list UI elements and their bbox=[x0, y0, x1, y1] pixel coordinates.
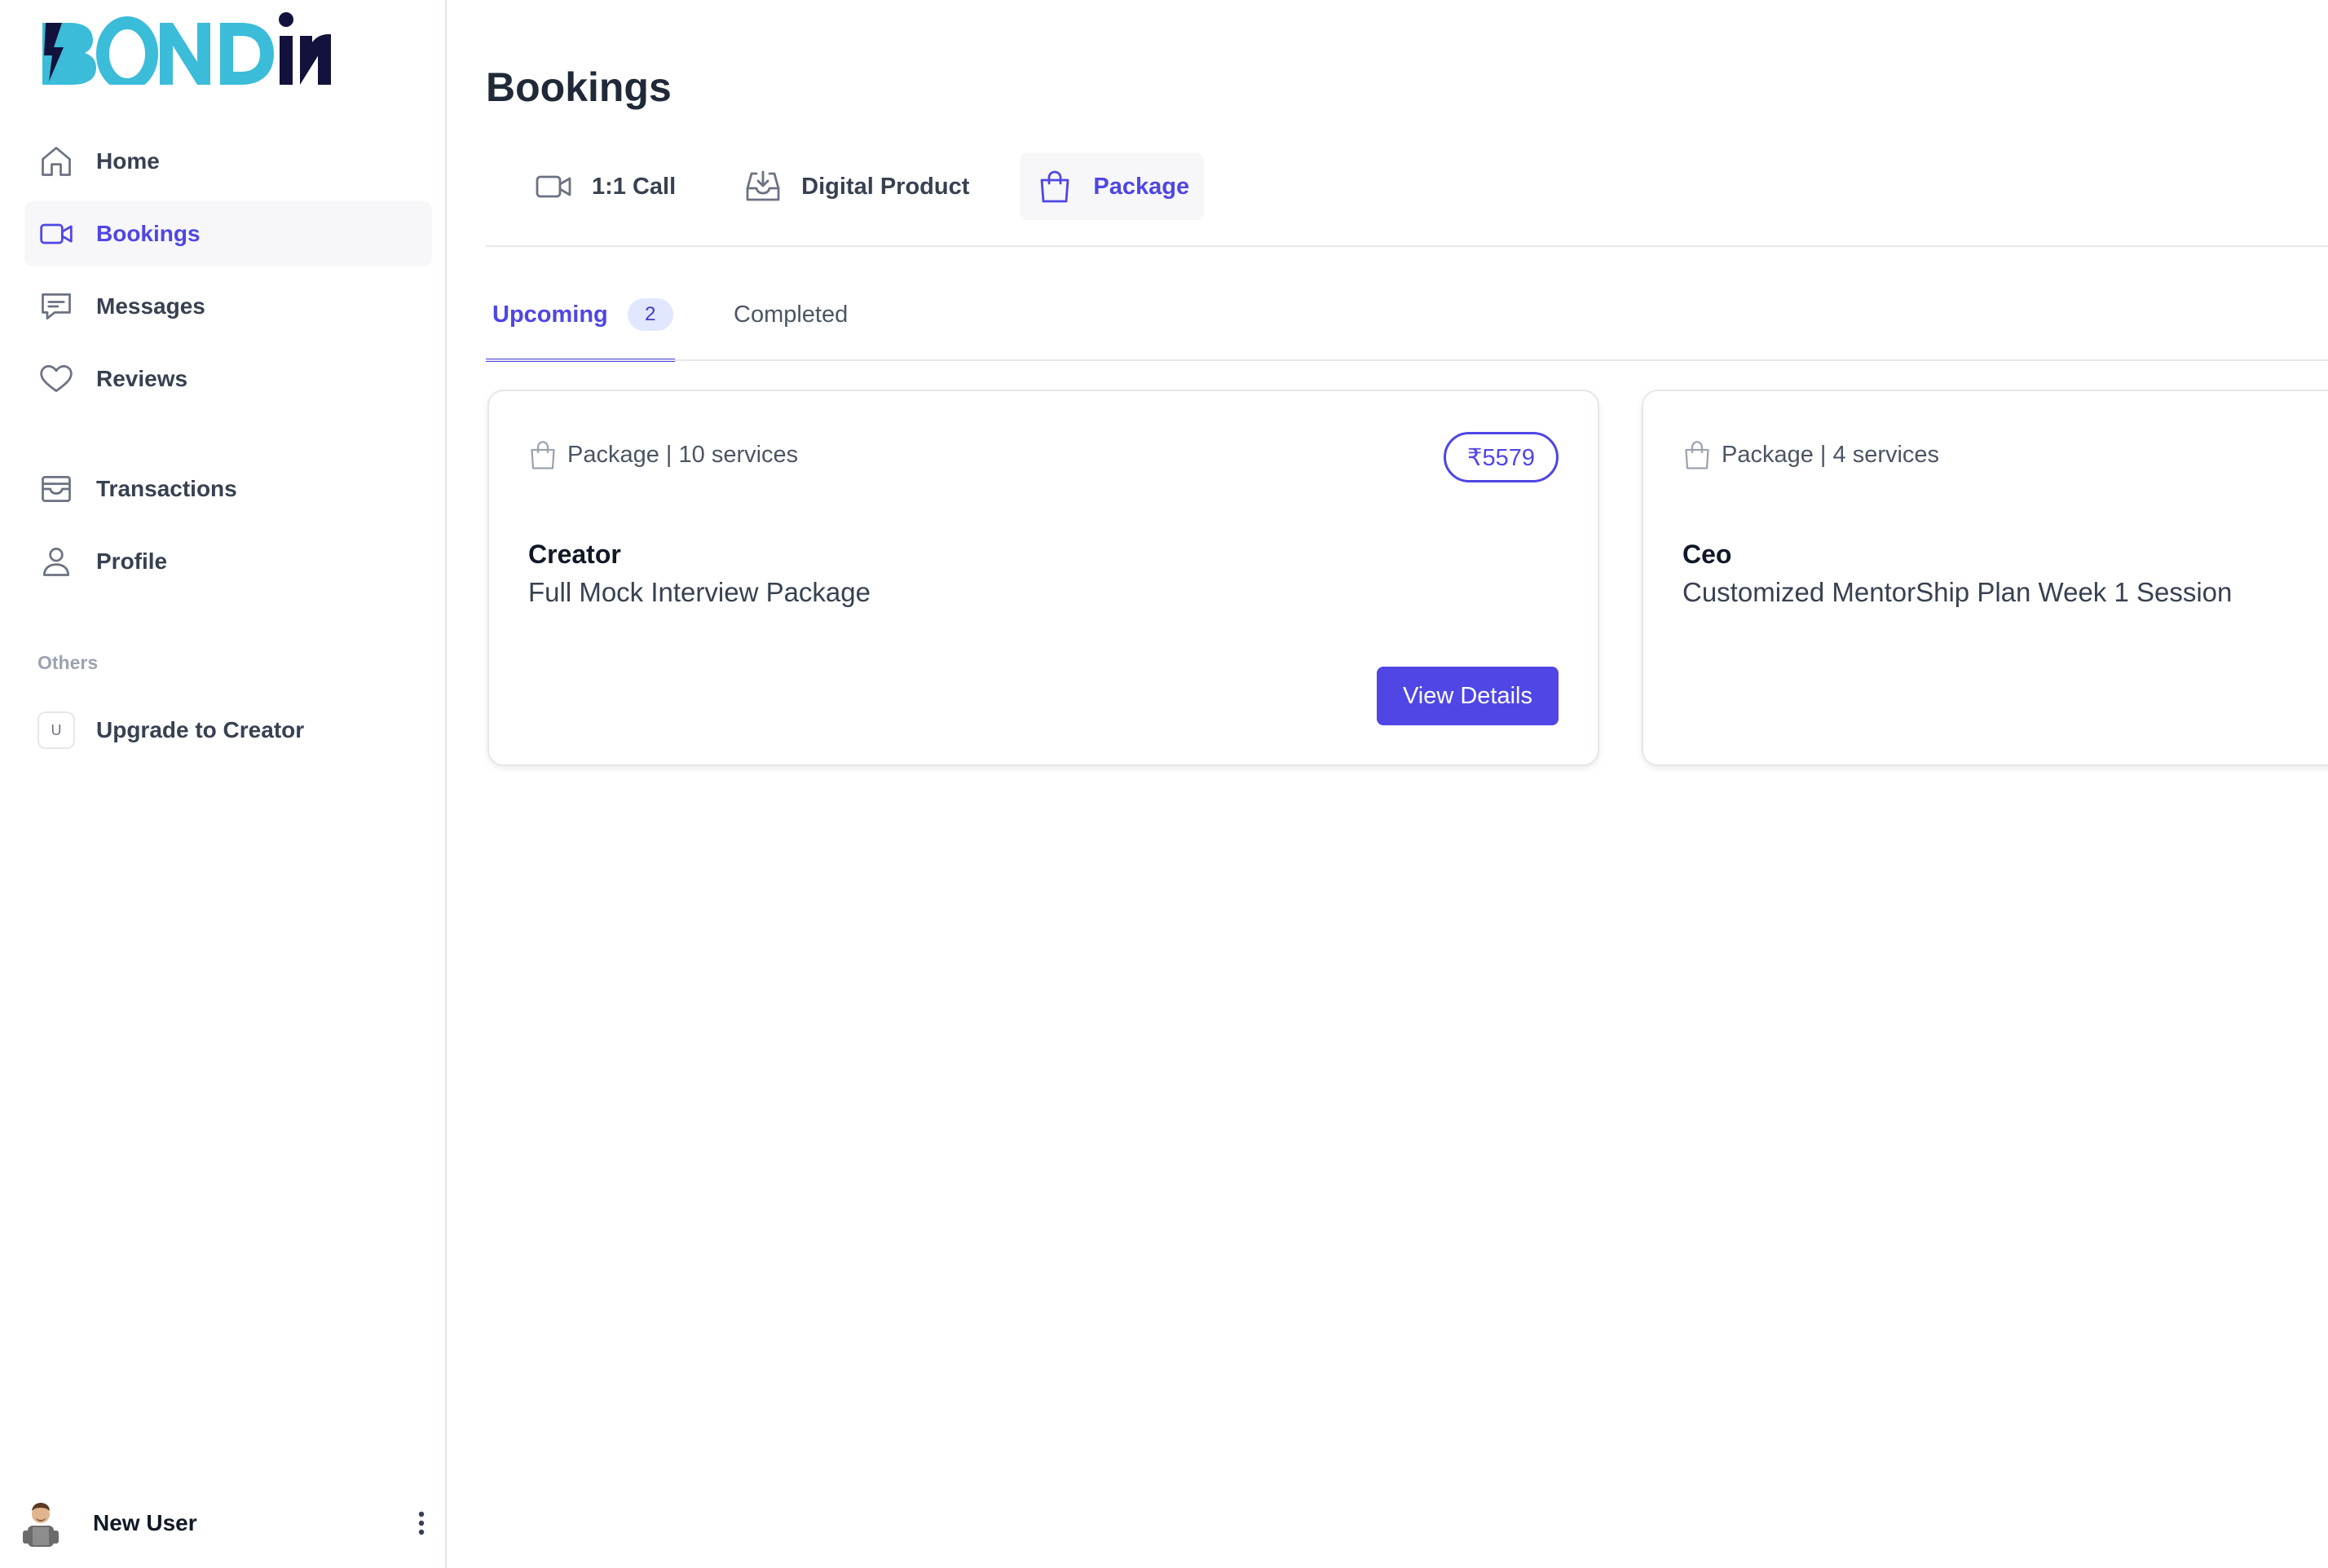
count-badge: 2 bbox=[627, 298, 673, 331]
wallet-icon bbox=[37, 470, 75, 508]
card-package-title: Full Mock Interview Package bbox=[528, 577, 871, 607]
video-icon bbox=[37, 215, 75, 253]
message-icon bbox=[37, 288, 75, 325]
price-badge: ₹5579 bbox=[1444, 432, 1559, 482]
sidebar-item-label: Reviews bbox=[96, 366, 188, 391]
sidebar-item-label: Transactions bbox=[96, 476, 237, 501]
app-logo[interactable] bbox=[37, 11, 331, 85]
sidebar-item-bookings[interactable]: Bookings bbox=[24, 201, 432, 266]
shopping-bag-icon bbox=[1034, 166, 1075, 207]
tab-completed[interactable]: Completed bbox=[734, 285, 848, 362]
sidebar-nav: Home Bookings Messages Reviews Transacti… bbox=[24, 129, 432, 601]
video-icon bbox=[533, 166, 574, 207]
booking-card: Package | 4 services Ceo Customized Ment… bbox=[1642, 390, 2328, 766]
upgrade-badge-icon: U bbox=[37, 711, 75, 749]
upgrade-badge: U bbox=[37, 711, 75, 749]
sidebar: Home Bookings Messages Reviews Transacti… bbox=[0, 0, 447, 1568]
booking-type-tabs: 1:1 Call Digital Product Package bbox=[486, 153, 1205, 220]
page-title: Bookings bbox=[486, 64, 672, 110]
sidebar-item-label: Profile bbox=[96, 548, 168, 574]
tab-package[interactable]: Package bbox=[1020, 153, 1205, 220]
view-details-button[interactable]: View Details bbox=[1376, 667, 1559, 725]
home-icon bbox=[37, 143, 75, 180]
divider bbox=[486, 359, 2328, 361]
card-provider-name: Creator bbox=[528, 540, 621, 569]
sidebar-item-upgrade[interactable]: U Upgrade to Creator bbox=[24, 698, 432, 763]
booking-card: Package | 10 services ₹5579 Creator Full… bbox=[487, 390, 1599, 766]
sidebar-item-messages[interactable]: Messages bbox=[24, 274, 432, 339]
sidebar-item-label: Home bbox=[96, 148, 160, 174]
card-meta-text: Package | 10 services bbox=[567, 441, 799, 468]
sidebar-item-label: Bookings bbox=[96, 221, 201, 246]
card-package-title: Customized MentorShip Plan Week 1 Sessio… bbox=[1682, 577, 2233, 607]
tab-label: Upcoming bbox=[492, 302, 608, 328]
tab-label: Completed bbox=[734, 302, 849, 328]
heart-icon bbox=[37, 360, 75, 398]
sidebar-item-transactions[interactable]: Transactions bbox=[24, 456, 432, 522]
card-meta: Package | 4 services bbox=[1682, 438, 1939, 471]
tab-digital-product[interactable]: Digital Product bbox=[728, 153, 984, 220]
tab-upcoming[interactable]: Upcoming 2 bbox=[486, 285, 675, 362]
bondin-logo-icon bbox=[42, 12, 331, 85]
divider bbox=[486, 245, 2328, 247]
card-meta: Package | 10 services bbox=[528, 438, 798, 471]
tab-label: Package bbox=[1093, 173, 1190, 200]
card-meta-text: Package | 4 services bbox=[1722, 441, 1940, 468]
sidebar-item-profile[interactable]: Profile bbox=[24, 529, 432, 594]
user-menu[interactable]: New User bbox=[18, 1496, 434, 1550]
shopping-bag-icon bbox=[531, 441, 555, 469]
sidebar-item-home[interactable]: Home bbox=[24, 129, 432, 194]
sidebar-item-reviews[interactable]: Reviews bbox=[24, 346, 432, 412]
user-icon bbox=[37, 543, 75, 580]
status-tabs: Upcoming 2 Completed bbox=[486, 285, 848, 362]
main-content: Bookings 1:1 Call Digital Product Packag… bbox=[447, 0, 2328, 1568]
more-options-icon[interactable] bbox=[409, 1503, 434, 1544]
sidebar-item-label: Upgrade to Creator bbox=[96, 717, 305, 742]
tab-label: Digital Product bbox=[801, 173, 970, 200]
tab-1-1-call[interactable]: 1:1 Call bbox=[518, 153, 690, 220]
upgrade-to-creator-link[interactable]: U Upgrade to Creator bbox=[24, 698, 432, 763]
inbox-download-icon bbox=[743, 166, 783, 207]
user-name: New User bbox=[93, 1510, 197, 1535]
avatar bbox=[23, 1503, 59, 1547]
shopping-bag-icon bbox=[1685, 441, 1709, 469]
card-provider-name: Ceo bbox=[1682, 540, 1732, 569]
tab-label: 1:1 Call bbox=[592, 173, 677, 200]
section-label-others: Others bbox=[37, 652, 99, 673]
sidebar-item-label: Messages bbox=[96, 293, 205, 319]
